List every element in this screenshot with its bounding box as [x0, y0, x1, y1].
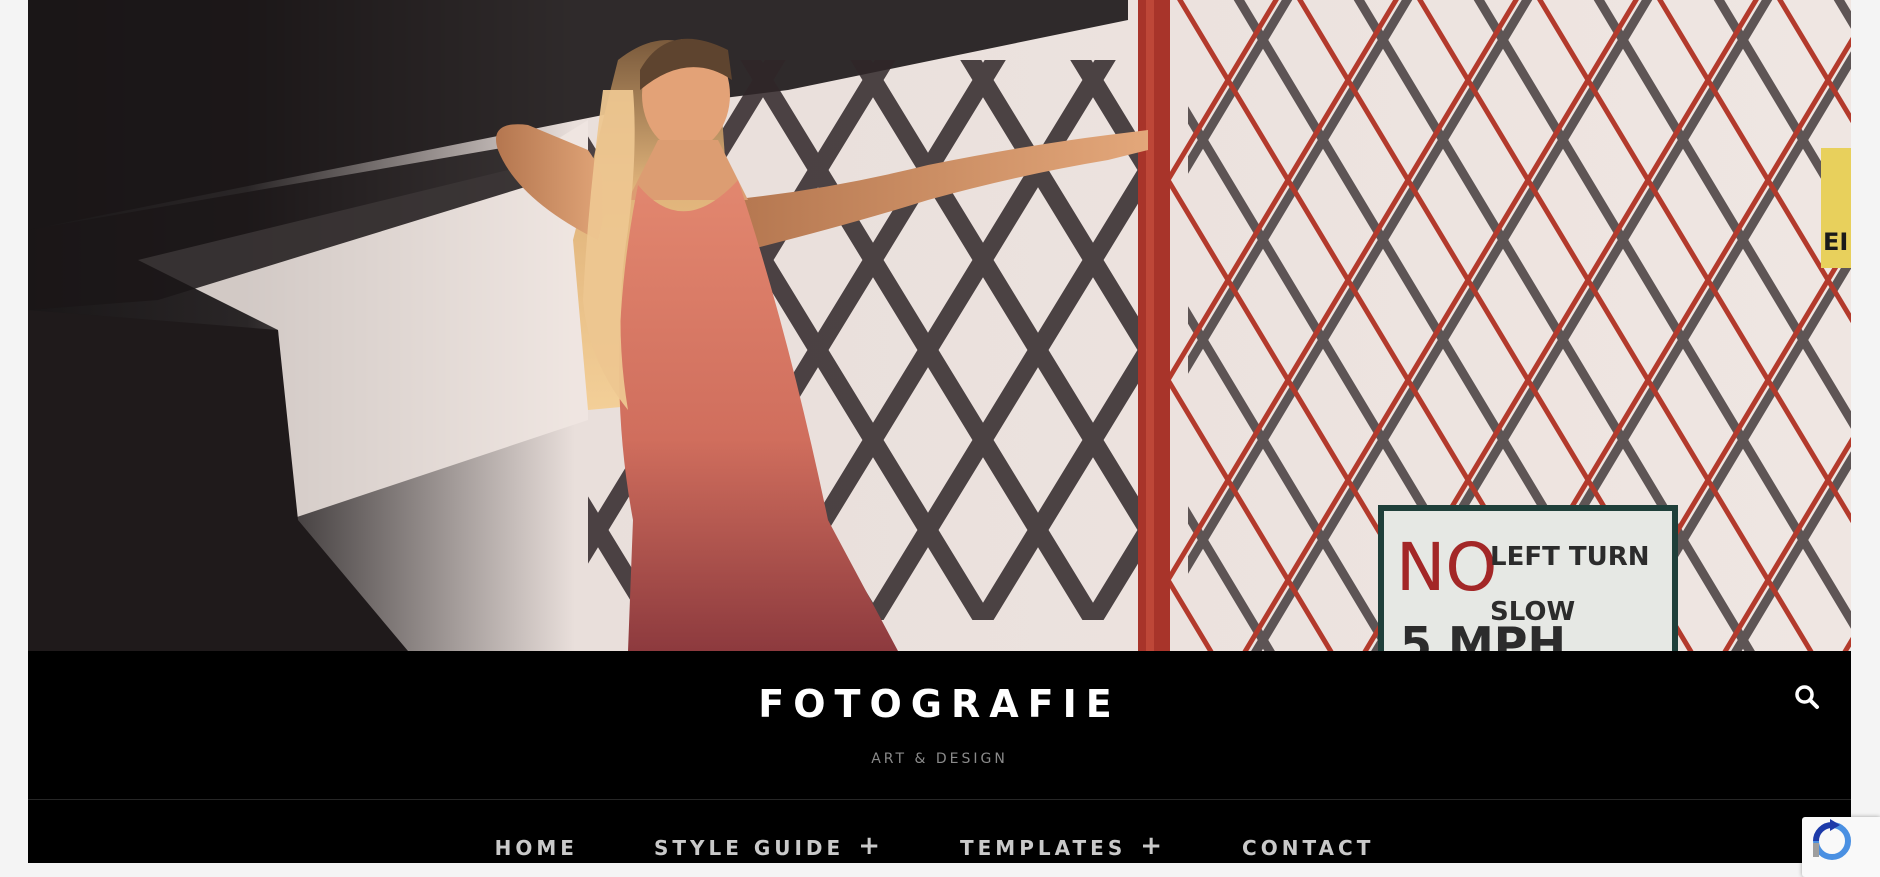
nav-item-style-guide[interactable]: STYLE GUIDE + [654, 804, 884, 860]
svg-text:NO: NO [1396, 529, 1497, 606]
svg-text:EI: EI [1823, 228, 1848, 256]
plus-icon[interactable]: + [1140, 833, 1166, 859]
recaptcha-icon [1813, 819, 1851, 860]
site-tagline: ART & DESIGN [871, 751, 1008, 767]
nav-item-home[interactable]: HOME [495, 804, 578, 860]
svg-text:LEFT TURN: LEFT TURN [1490, 542, 1650, 572]
nav-item-label: HOME [494, 835, 578, 860]
site-title[interactable]: FOTOGRAFIE [28, 682, 1851, 726]
search-icon [1795, 685, 1819, 709]
svg-text:5 MPH: 5 MPH [1400, 617, 1566, 651]
nav-item-label: TEMPLATES [960, 835, 1127, 860]
main-navigation: HOME STYLE GUIDE + TEMPLATES + CONTACT [28, 800, 1851, 863]
hero-image: NO LEFT TURN SLOW 5 MPH EI [28, 0, 1851, 651]
page: NO LEFT TURN SLOW 5 MPH EI FOTOGRAFIE AR… [28, 0, 1851, 863]
nav-item-label: STYLE GUIDE [653, 835, 845, 860]
nav-item-contact[interactable]: CONTACT [1242, 804, 1374, 860]
recaptcha-badge[interactable] [1802, 817, 1880, 877]
nav-item-label: CONTACT [1242, 835, 1375, 860]
nav-item-templates[interactable]: TEMPLATES + [960, 804, 1166, 860]
search-button[interactable] [1793, 683, 1821, 711]
street-sign: NO LEFT TURN SLOW 5 MPH [1378, 505, 1678, 651]
site-header: FOTOGRAFIE ART & DESIGN [28, 651, 1851, 799]
plus-icon[interactable]: + [858, 833, 884, 859]
